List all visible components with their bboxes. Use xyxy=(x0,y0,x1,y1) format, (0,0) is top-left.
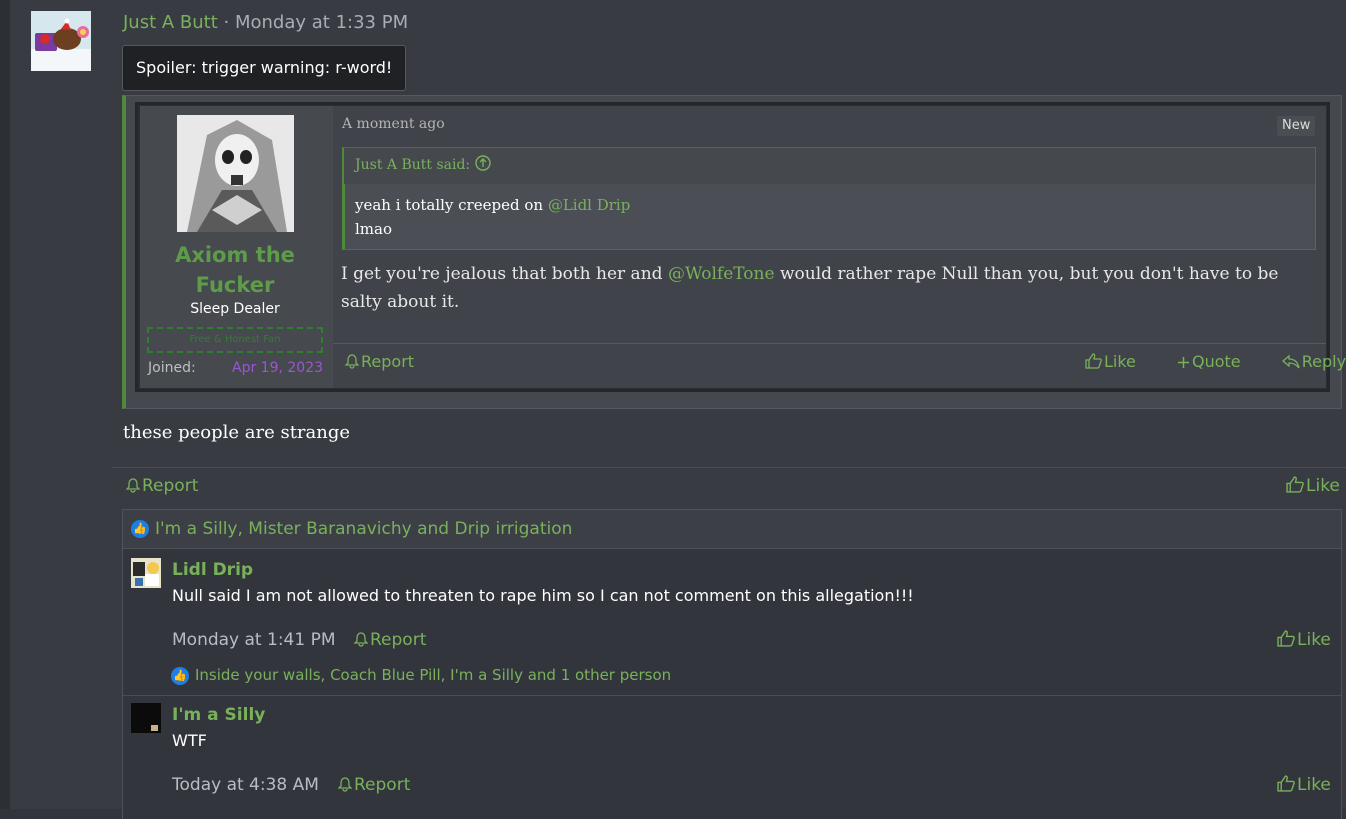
comment-time[interactable]: Monday at 1:41 PM xyxy=(172,630,336,650)
report-label: Report xyxy=(142,476,199,496)
quoted-post-time: A moment ago xyxy=(342,116,445,132)
author-name-link[interactable]: Just A Butt xyxy=(123,12,218,33)
quoted-report-label: Report xyxy=(361,352,415,371)
comment-avatar[interactable] xyxy=(131,558,161,588)
post-footer-divider xyxy=(112,467,1346,468)
bell-icon xyxy=(354,632,368,647)
arrow-up-circle-icon xyxy=(474,155,491,171)
skull-image xyxy=(177,115,294,232)
page-left-edge xyxy=(0,0,10,809)
quoted-quote-label: Quote xyxy=(1192,352,1241,371)
thumbs-up-icon xyxy=(1277,630,1295,647)
bell-icon xyxy=(345,354,359,369)
mention-wolfetone: @WolfeTone xyxy=(667,264,775,284)
thumbs-up-icon xyxy=(1085,353,1102,369)
quoted-actions: Like Quote Reply xyxy=(1085,352,1346,371)
quoted-user-name: Axiom the Fucker xyxy=(140,240,330,300)
comment-author-name[interactable]: I'm a Silly xyxy=(172,705,265,725)
comment-author-name[interactable]: Lidl Drip xyxy=(172,560,253,580)
inner-quote-line1: yeah i totally creeped on @Lidl Drip xyxy=(355,193,630,217)
quoted-message-text: I get you're jealous that both her and @… xyxy=(341,260,1316,316)
comment-text: WTF xyxy=(172,731,207,750)
quoted-like: Like xyxy=(1085,352,1159,371)
reactions-names: I'm a Silly, Mister Baranavichy and Drip… xyxy=(155,519,573,539)
quoted-footer-divider xyxy=(333,343,1326,344)
comment-reactions-names: Inside your walls, Coach Blue Pill, I'm … xyxy=(195,666,672,684)
time-separator: · xyxy=(223,12,230,33)
comment-reactions-summary[interactable]: 👍 Inside your walls, Coach Blue Pill, I'm… xyxy=(171,666,671,685)
inner-quote-line2: lmao xyxy=(355,220,392,238)
comment-time[interactable]: Today at 4:38 AM xyxy=(172,775,319,795)
thumbs-up-icon xyxy=(1286,476,1304,493)
post-time[interactable]: Monday at 1:33 PM xyxy=(235,12,408,33)
spoiler-button[interactable]: Spoiler: trigger warning: r-word! xyxy=(122,45,407,91)
inner-quote-line1-text: yeah i totally creeped on xyxy=(355,196,544,214)
quoted-user-name-line1: Axiom the xyxy=(175,243,295,267)
thumbs-up-icon xyxy=(1277,775,1295,792)
quoted-reply: Reply xyxy=(1281,352,1346,371)
bell-icon xyxy=(126,478,140,493)
plus-icon xyxy=(1178,357,1189,368)
comment-like-label: Like xyxy=(1297,775,1331,795)
like-label: Like xyxy=(1306,476,1340,496)
comment-report-label: Report xyxy=(354,775,411,795)
comment-like-button[interactable]: Like xyxy=(1277,630,1331,650)
comment-text: Null said I am not allowed to threaten t… xyxy=(172,586,914,605)
quoted-user-banner: Free & Honest Fan xyxy=(147,327,323,353)
reactions-summary[interactable]: 👍 I'm a Silly, Mister Baranavichy and Dri… xyxy=(131,519,572,539)
comment-report-button[interactable]: Report xyxy=(354,630,426,650)
mention-lidl-drip: @Lidl Drip xyxy=(547,196,631,214)
post-header: Just A Butt · Monday at 1:33 PM xyxy=(123,12,408,33)
avatar-image xyxy=(131,703,161,733)
quoted-user-title: Sleep Dealer xyxy=(190,301,280,317)
avatar-image xyxy=(131,558,161,588)
avatar-column xyxy=(10,0,112,809)
author-avatar[interactable] xyxy=(31,11,91,71)
joined-label: Joined: xyxy=(148,360,196,376)
comment-like-label: Like xyxy=(1297,630,1331,650)
joined-date: Apr 19, 2023 xyxy=(232,360,324,376)
inner-quote-said: Just A Butt said: xyxy=(355,157,471,173)
like-button[interactable]: Like xyxy=(1286,476,1340,496)
inner-quote-body: yeah i totally creeped on @Lidl Drip lma… xyxy=(355,193,630,241)
comment-divider xyxy=(122,695,1342,696)
post-body-text: these people are strange xyxy=(123,422,351,443)
quoted-quote: Quote xyxy=(1177,352,1264,371)
quoted-user-name-line2: Fucker xyxy=(195,273,275,297)
quoted-user-avatar xyxy=(177,115,294,232)
new-badge: New xyxy=(1277,116,1316,136)
quoted-reply-label: Reply xyxy=(1301,352,1346,371)
reply-arrow-icon xyxy=(1281,354,1300,369)
quoted-like-label: Like xyxy=(1104,352,1136,371)
quoted-report: Report xyxy=(345,352,414,371)
comment-report-label: Report xyxy=(370,630,427,650)
report-button[interactable]: Report xyxy=(126,476,198,496)
quoted-message-part1: I get you're jealous that both her and xyxy=(341,264,663,284)
comment-avatar[interactable] xyxy=(131,703,161,733)
avatar-image xyxy=(31,11,91,71)
like-reaction-icon: 👍 xyxy=(131,520,149,538)
comment-report-button[interactable]: Report xyxy=(338,775,410,795)
bell-icon xyxy=(338,777,352,792)
like-reaction-icon: 👍 xyxy=(171,666,189,685)
inner-quote-attribution: Just A Butt said: xyxy=(355,155,493,173)
comment-like-button[interactable]: Like xyxy=(1277,775,1331,795)
